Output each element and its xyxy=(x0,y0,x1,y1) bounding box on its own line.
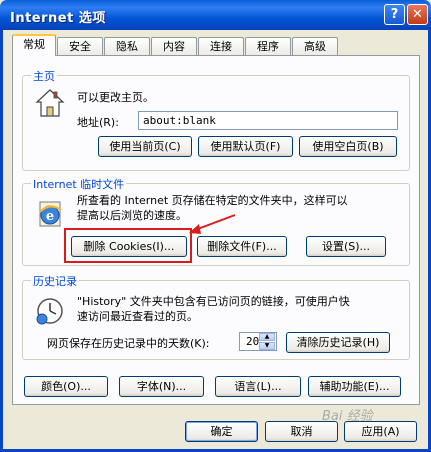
tab-privacy[interactable]: 隐私 xyxy=(104,37,150,55)
tab-connections[interactable]: 连接 xyxy=(198,37,244,55)
home-icon xyxy=(35,89,65,117)
title-bar[interactable]: Internet 选项 ? ✕ xyxy=(0,0,431,30)
watermark: Bai 经验 xyxy=(322,409,373,424)
spin-down-icon[interactable]: ▼ xyxy=(259,342,275,350)
accessibility-button[interactable]: 辅助功能(E)... xyxy=(308,376,401,397)
use-blank-page-button[interactable]: 使用空白页(B) xyxy=(299,136,397,157)
history-legend: 历史记录 xyxy=(31,273,79,289)
temp-files-legend: Internet 临时文件 xyxy=(31,176,127,192)
tab-security[interactable]: 安全 xyxy=(57,37,103,55)
tab-content[interactable]: 内容 xyxy=(151,37,197,55)
delete-files-button[interactable]: 删除文件(F)... xyxy=(197,236,287,257)
help-button[interactable]: ? xyxy=(384,4,405,25)
window-title: Internet 选项 xyxy=(10,11,106,26)
tab-advanced[interactable]: 高级 xyxy=(292,37,338,55)
svg-text:e: e xyxy=(46,209,54,224)
window-frame-left xyxy=(0,30,3,452)
use-default-page-button[interactable]: 使用默认页(F) xyxy=(198,136,293,157)
address-label: 地址(R): xyxy=(77,116,119,129)
history-description-2: 速访问最近查看过的页。 xyxy=(77,310,198,323)
internet-options-dialog: Internet 选项 ? ✕ 常规 安全 隐私 内容 连接 程序 高级 主页 … xyxy=(0,0,431,452)
clear-history-button[interactable]: 清除历史记录(H) xyxy=(286,332,390,353)
general-tab-panel: 主页 可以更改主页。 地址(R): about:blank 使用当前页(C) 使… xyxy=(12,55,420,405)
red-arrow xyxy=(189,214,236,234)
temp-files-description-1: 所查看的 Internet 页存储在特定的文件夹中，这样可以 xyxy=(77,194,348,207)
apply-button[interactable]: 应用(A) xyxy=(344,421,417,442)
homepage-legend: 主页 xyxy=(31,68,57,84)
colors-button[interactable]: 颜色(O)... xyxy=(24,376,108,397)
cancel-button[interactable]: 取消 xyxy=(265,421,338,442)
history-days-spinner[interactable]: ▲ ▼ xyxy=(259,333,275,350)
tab-general[interactable]: 常规 xyxy=(12,34,56,56)
close-button[interactable]: ✕ xyxy=(407,4,428,25)
history-description-1: "History" 文件夹中包含有已访问页的链接，可使用户快 xyxy=(77,295,350,308)
use-current-page-button[interactable]: 使用当前页(C) xyxy=(98,136,192,157)
languages-button[interactable]: 语言(L)... xyxy=(215,376,301,397)
tab-programs[interactable]: 程序 xyxy=(245,37,291,55)
highlight-box xyxy=(64,228,192,263)
temp-files-icon: e xyxy=(39,201,62,227)
history-days-label: 网页保存在历史记录中的天数(K): xyxy=(47,337,210,350)
homepage-address-input[interactable]: about:blank xyxy=(138,111,398,130)
temp-files-description-2: 提高以后浏览的速度。 xyxy=(77,209,187,222)
settings-button[interactable]: 设置(S)... xyxy=(306,236,386,257)
ok-button[interactable]: 确定 xyxy=(185,421,258,442)
fonts-button[interactable]: 字体(N)... xyxy=(119,376,204,397)
spin-up-icon[interactable]: ▲ xyxy=(259,333,275,341)
homepage-description: 可以更改主页。 xyxy=(77,91,154,104)
history-icon xyxy=(36,298,63,325)
